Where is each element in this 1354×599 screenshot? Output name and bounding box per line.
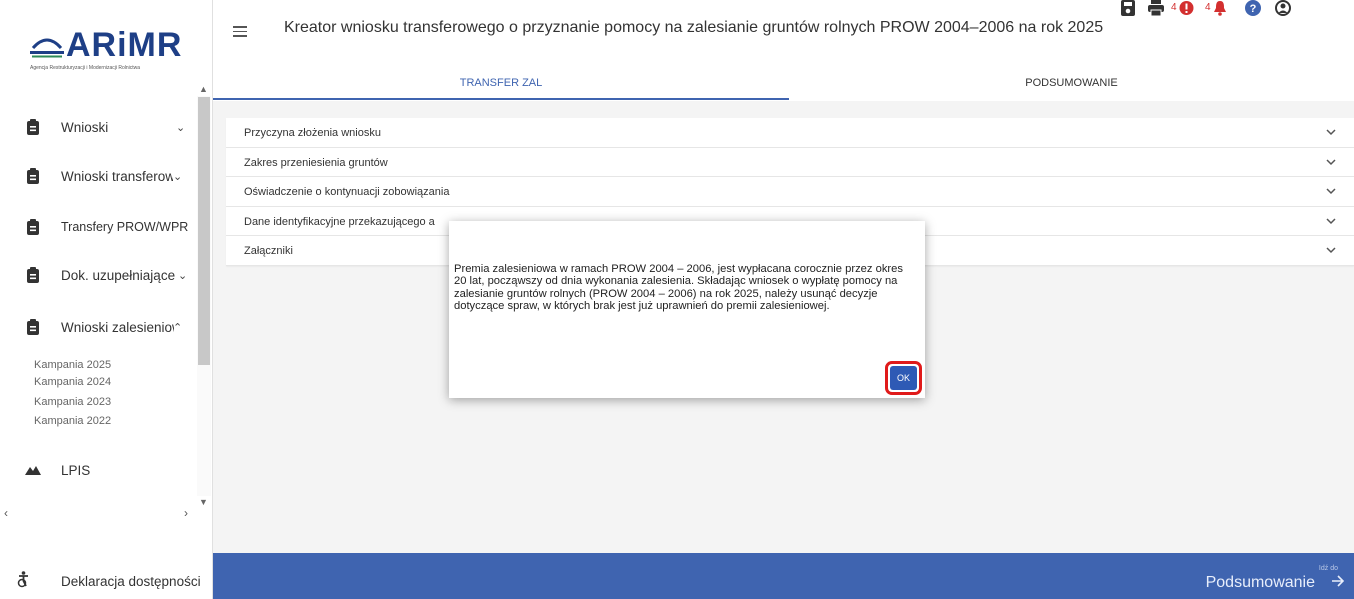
tab-bar: TRANSFER ZAL PODSUMOWANIE [213,73,1354,101]
chevron-down-icon: ⌄ [178,269,188,282]
sidebar-item-lpis[interactable]: LPIS [0,455,196,485]
arimr-logo[interactable]: ARiMR Agencja Restrukturyzacji i Moderni… [30,22,200,71]
sidebar-horizontal-scrollbar[interactable]: ‹ › [0,506,197,522]
sidebar-item-label: Dok. uzupełniające [61,267,176,283]
accordion-label: Przyczyna złożenia wniosku [244,127,381,139]
svg-text:?: ? [1250,3,1257,15]
account-icon[interactable] [1275,0,1291,16]
ok-button[interactable]: OK [890,366,917,390]
sidebar-scroll-up-icon[interactable]: ▲ [199,84,208,94]
menu-icon[interactable] [233,26,247,37]
sidebar-item-label: LPIS [61,462,91,478]
active-tab-indicator [213,98,789,100]
sidebar-item-dok-uzupelniajace[interactable]: Dok. uzupełniające ⌄ [0,260,196,290]
chevron-down-icon [1326,188,1336,195]
sidebar-item-label: Wnioski zalesieniowe [61,319,174,335]
footer-next-label: Podsumowanie [1205,574,1315,591]
accordion-label: Oświadczenie o kontynuacji zobowiązania [244,186,450,198]
accordion-oswiadczenie[interactable]: Oświadczenie o kontynuacji zobowiązania [226,177,1354,207]
chevron-up-icon: ⌃ [173,322,183,334]
print-icon[interactable] [1148,0,1164,16]
chevron-down-icon [1326,129,1336,136]
accordion-label: Załączniki [244,245,293,257]
bell-icon[interactable] [1214,0,1226,16]
info-dialog: Premia zalesieniowa w ramach PROW 2004 –… [449,221,925,398]
logo-text: ARiMR [66,26,183,64]
scroll-right-icon[interactable]: › [184,506,188,520]
clipboard-icon [27,119,39,135]
clipboard-icon [27,168,39,184]
accordion-zakres[interactable]: Zakres przeniesienia gruntów [226,147,1354,177]
accordion-label: Dane identyfikacyjne przekazującego a [244,215,435,228]
sidebar: ARiMR Agencja Restrukturyzacji i Moderni… [0,0,213,599]
sidebar-item-wnioski-transferowe[interactable]: Wnioski transferowe ⌄ [0,161,196,191]
logo-mark-icon [30,38,64,58]
sidebar-subitem-kampania-2022[interactable]: Kampania 2022 [34,415,111,427]
page-title: Kreator wniosku transferowego o przyznan… [284,19,1104,36]
sidebar-item-wnioski-zalesieniowe[interactable]: Wnioski zalesieniowe ⌃ [0,312,196,342]
chevron-down-icon: ⌄ [176,121,186,134]
sidebar-subitem-kampania-2023[interactable]: Kampania 2023 [34,396,111,408]
scroll-left-icon[interactable]: ‹ [4,506,8,520]
tab-podsumowanie[interactable]: PODSUMOWANIE [789,73,1354,101]
error-icon[interactable] [1179,0,1194,16]
chevron-down-icon [1326,217,1336,224]
footer-next-bar[interactable]: Idź do Podsumowanie [213,553,1354,599]
chevron-down-icon [1326,158,1336,165]
sidebar-item-label: Deklaracja dostępności [61,573,201,589]
arrow-right-icon [1332,575,1345,587]
sidebar-item-wnioski[interactable]: Wnioski ⌄ [0,112,196,142]
sidebar-item-label: Wnioski transferowe [61,168,173,184]
chevron-down-icon: ⌄ [173,170,183,183]
sidebar-item-label: Transfery PROW/WPR [61,220,189,234]
footer-goto-label: Idź do [1318,565,1338,572]
dialog-message: Premia zalesieniowa w ramach PROW 2004 –… [454,263,903,313]
accordion-label: Zakres przeniesienia gruntów [244,156,388,169]
clipboard-icon [27,319,39,335]
notification-count: 4 [1205,2,1211,13]
chevron-down-icon [1326,247,1336,254]
accordion-przyczyna[interactable]: Przyczyna złożenia wniosku [226,118,1354,148]
tab-transfer-zal[interactable]: TRANSFER ZAL [213,73,789,101]
sidebar-scrollbar-thumb[interactable] [198,97,210,365]
app-header: Kreator wniosku transferowego o przyznan… [213,0,1354,101]
sidebar-item-label: Wnioski [61,119,109,135]
sidebar-item-deklaracja-dostepnosci[interactable]: Deklaracja dostępności [0,563,212,599]
mountain-icon [25,466,41,475]
save-icon[interactable] [1121,0,1135,16]
sidebar-subitem-kampania-2025[interactable]: Kampania 2025 [34,359,111,371]
help-icon[interactable]: ? [1245,0,1261,16]
clipboard-icon [27,267,39,283]
accessibility-icon [17,571,28,588]
sidebar-subitem-kampania-2024[interactable]: Kampania 2024 [34,376,111,388]
sidebar-item-transfery-prow-wpr[interactable]: Transfery PROW/WPR [0,212,196,242]
sidebar-scroll-down-icon[interactable]: ▼ [199,497,208,507]
error-count: 4 [1171,2,1177,13]
clipboard-icon [27,219,39,235]
ok-button-highlight: OK [885,361,922,395]
logo-subtitle: Agencja Restrukturyzacji i Modernizacji … [30,65,141,71]
